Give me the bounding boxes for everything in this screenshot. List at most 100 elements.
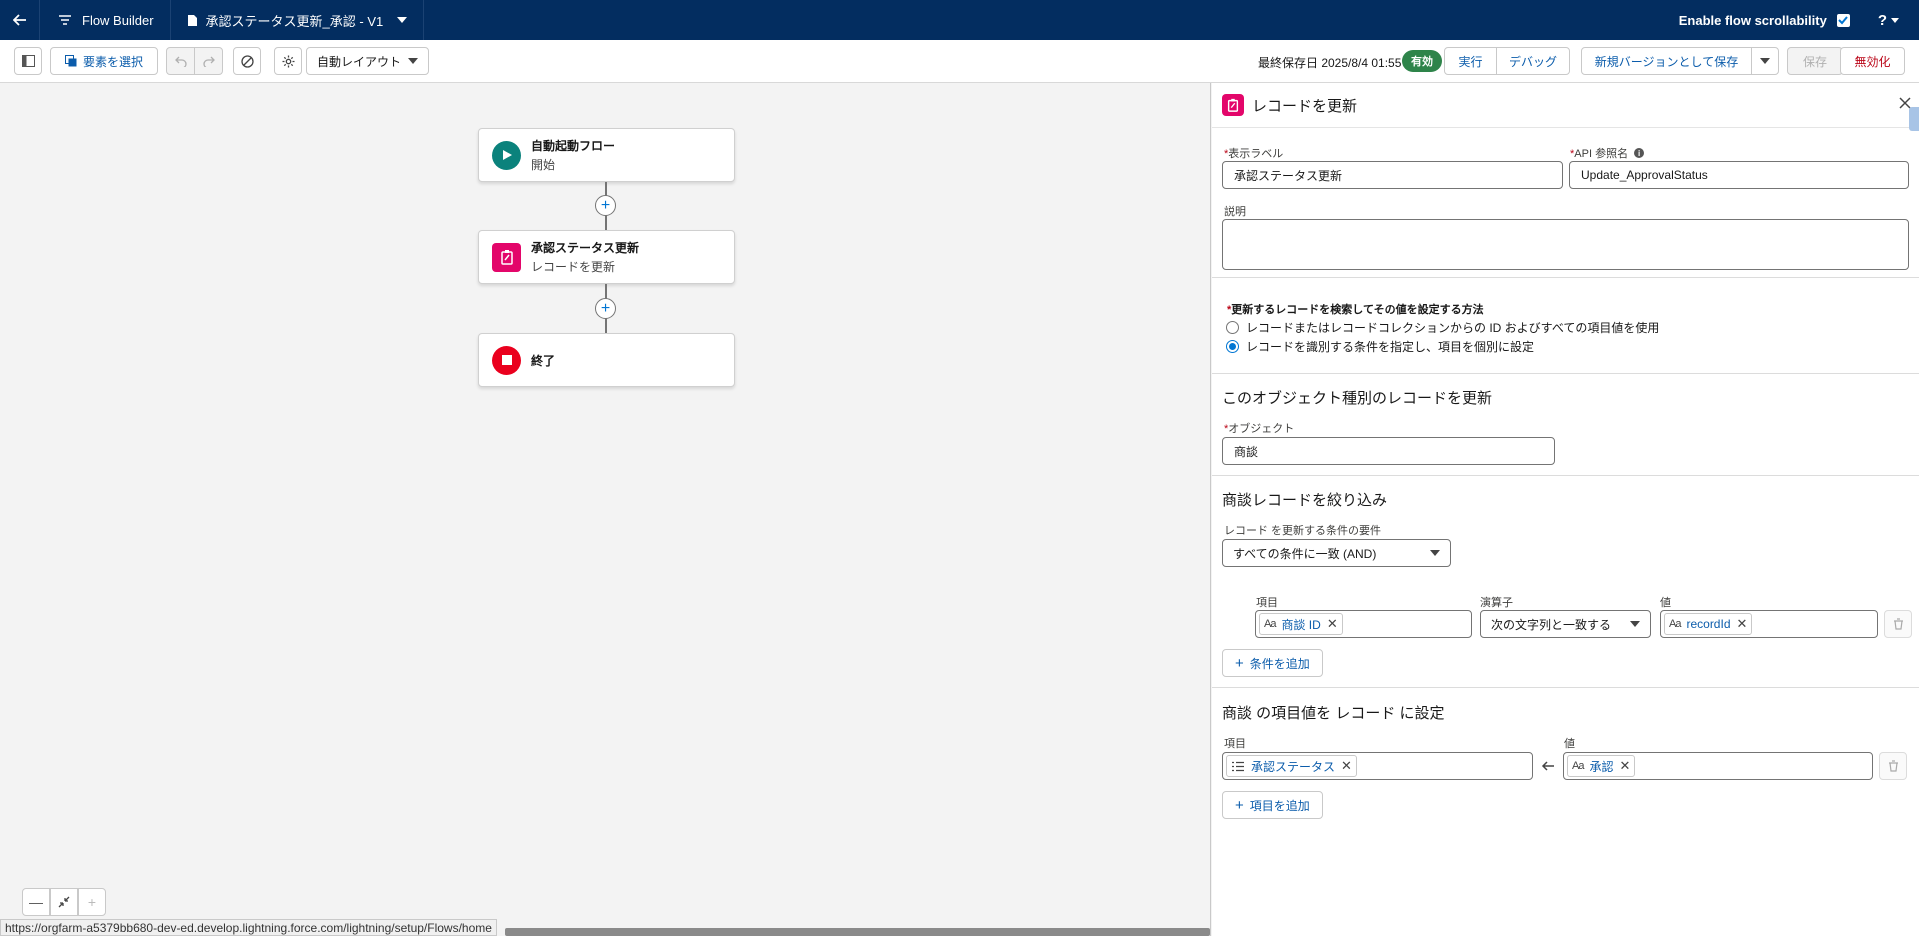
object-label: *オブジェクト xyxy=(1224,423,1295,435)
delete-field-button[interactable] xyxy=(1879,752,1907,780)
api-field-label: *API 参照名 i xyxy=(1570,145,1645,161)
filter-requirement-value: すべての条件に一致 (AND) xyxy=(1233,546,1377,561)
fit-view-button[interactable] xyxy=(50,888,78,916)
set-value-value: 承認 xyxy=(1589,759,1614,774)
zoom-out-button[interactable]: — xyxy=(22,888,50,916)
divider xyxy=(1212,475,1919,476)
clipboard-edit-icon xyxy=(1222,94,1244,116)
scroll-checkbox[interactable] xyxy=(1836,13,1850,27)
divider xyxy=(1212,277,1919,278)
update-node-title: 承認ステータス更新 xyxy=(531,241,640,255)
select-elements-button[interactable]: 要素を選択 xyxy=(50,47,158,75)
chevron-down-icon xyxy=(1430,550,1440,556)
save-as-new-version-button[interactable]: 新規バージョンとして保存 xyxy=(1581,47,1752,75)
start-node[interactable]: 自動起動フロー 開始 xyxy=(478,128,735,182)
chevron-down-icon xyxy=(397,17,408,23)
set-section-title: 商談 の項目値を レコード に設定 xyxy=(1222,705,1445,722)
stop-icon xyxy=(492,345,521,375)
method-option2-label: レコードを識別する条件を指定し、項目を個別に設定 xyxy=(1246,340,1535,354)
arrow-left-icon xyxy=(12,14,26,26)
zoom-in-button[interactable]: + xyxy=(78,888,106,916)
plus-icon: + xyxy=(600,196,611,214)
filter-operator-value: 次の文字列と一致する xyxy=(1491,617,1612,632)
remove-pill-icon[interactable]: ✕ xyxy=(1327,616,1338,632)
end-node[interactable]: 終了 xyxy=(478,333,735,387)
method-option-conditions[interactable]: レコードを識別する条件を指定し、項目を個別に設定 xyxy=(1226,338,1534,355)
filter-requirement-select[interactable]: すべての条件に一致 (AND) xyxy=(1222,539,1451,567)
add-element-button[interactable]: + xyxy=(595,195,616,216)
panel-left-icon xyxy=(21,55,35,67)
set-col-field: 項目 xyxy=(1224,738,1246,750)
radio-button[interactable] xyxy=(1226,321,1239,334)
label-input[interactable]: 承認ステータス更新 xyxy=(1222,161,1563,189)
redo-button[interactable] xyxy=(194,47,223,75)
object-input[interactable]: 商談 xyxy=(1222,437,1555,465)
flow-name: 承認ステータス更新_承認 - V1 xyxy=(205,13,384,29)
save-options-button[interactable] xyxy=(1751,47,1779,75)
add-condition-button[interactable]: + 条件を追加 xyxy=(1222,649,1323,677)
add-field-button[interactable]: + 項目を追加 xyxy=(1222,791,1323,819)
top-nav-bar: Flow Builder 承認ステータス更新_承認 - V1 Enable fl… xyxy=(0,0,1919,40)
filter-value-value: recordId xyxy=(1686,617,1731,631)
remove-pill-icon[interactable]: ✕ xyxy=(1737,616,1748,632)
value-pill[interactable]: Aa recordId ✕ xyxy=(1664,613,1753,635)
undo-button[interactable] xyxy=(166,47,195,75)
status-url: https://orgfarm-a5379bb680-dev-ed.develo… xyxy=(0,919,497,936)
remove-pill-icon[interactable]: ✕ xyxy=(1341,758,1352,774)
debug-button[interactable]: デバッグ xyxy=(1496,47,1570,75)
filter-requirement-label: レコード を更新する条件の要件 xyxy=(1224,525,1382,537)
settings-button[interactable] xyxy=(274,47,302,75)
toggle-toolbox-button[interactable] xyxy=(14,47,42,75)
plus-icon: + xyxy=(1235,796,1244,814)
deactivate-button[interactable]: 無効化 xyxy=(1840,47,1905,75)
save-button[interactable]: 保存 xyxy=(1787,47,1843,75)
panel-collapse-tab[interactable] xyxy=(1909,107,1919,131)
status-badge: 有効 xyxy=(1402,50,1442,72)
checkmark-icon xyxy=(1838,16,1849,25)
radio-button[interactable] xyxy=(1226,340,1239,353)
set-value-input[interactable]: Aa 承認 ✕ xyxy=(1563,752,1873,780)
field-pill[interactable]: 承認ステータス ✕ xyxy=(1226,755,1357,777)
method-option-record-id[interactable]: レコードまたはレコードコレクションからの ID およびすべての項目値を使用 xyxy=(1226,319,1659,336)
value-pill[interactable]: Aa 承認 ✕ xyxy=(1567,755,1636,777)
set-field-value: 承認ステータス xyxy=(1251,759,1336,774)
info-icon[interactable]: i xyxy=(1634,148,1645,158)
text-type-icon: Aa xyxy=(1572,760,1585,772)
filter-value-input[interactable]: Aa recordId ✕ xyxy=(1660,610,1878,638)
object-section-title: このオブジェクト種別のレコードを更新 xyxy=(1222,390,1493,407)
field-pill[interactable]: Aa 商談 ID ✕ xyxy=(1259,613,1343,635)
flow-name-menu[interactable]: 承認ステータス更新_承認 - V1 xyxy=(171,0,425,40)
plus-icon: + xyxy=(600,299,611,317)
panel-header: レコードを更新 xyxy=(1212,83,1919,128)
update-records-node[interactable]: 承認ステータス更新 レコードを更新 xyxy=(478,230,735,284)
set-field-input[interactable]: 承認ステータス ✕ xyxy=(1222,752,1533,780)
layout-select[interactable]: 自動レイアウト xyxy=(306,47,429,75)
divider xyxy=(1212,687,1919,688)
plus-icon: + xyxy=(87,894,97,910)
arrow-left-icon xyxy=(1541,761,1554,771)
flow-canvas[interactable]: 自動起動フロー 開始 + 承認ステータス更新 レコードを更新 + 終了 — + xyxy=(0,83,1211,936)
text-type-icon: Aa xyxy=(1669,618,1682,630)
horizontal-scrollbar[interactable] xyxy=(505,928,1210,936)
gear-icon xyxy=(282,55,294,67)
text-type-icon: Aa xyxy=(1264,618,1277,630)
filter-col-field: 項目 xyxy=(1256,597,1278,609)
help-menu[interactable]: ? xyxy=(1878,12,1899,29)
description-textarea[interactable] xyxy=(1222,219,1909,270)
back-button[interactable] xyxy=(0,0,40,40)
api-name-input[interactable]: Update_ApprovalStatus xyxy=(1569,161,1909,189)
chevron-down-icon xyxy=(1760,58,1770,64)
filter-operator-select[interactable]: 次の文字列と一致する xyxy=(1480,610,1651,638)
update-node-subtitle: レコードを更新 xyxy=(531,260,616,274)
filter-field-input[interactable]: Aa 商談 ID ✕ xyxy=(1255,610,1472,638)
run-button[interactable]: 実行 xyxy=(1444,47,1497,75)
divider xyxy=(1212,373,1919,374)
play-icon xyxy=(492,140,521,170)
help-icon: ? xyxy=(1877,11,1887,29)
ban-icon xyxy=(240,54,254,68)
document-icon xyxy=(187,14,197,26)
delete-condition-button[interactable] xyxy=(1884,610,1912,638)
error-check-button[interactable] xyxy=(233,47,261,75)
remove-pill-icon[interactable]: ✕ xyxy=(1619,758,1630,774)
add-element-button[interactable]: + xyxy=(595,298,616,319)
